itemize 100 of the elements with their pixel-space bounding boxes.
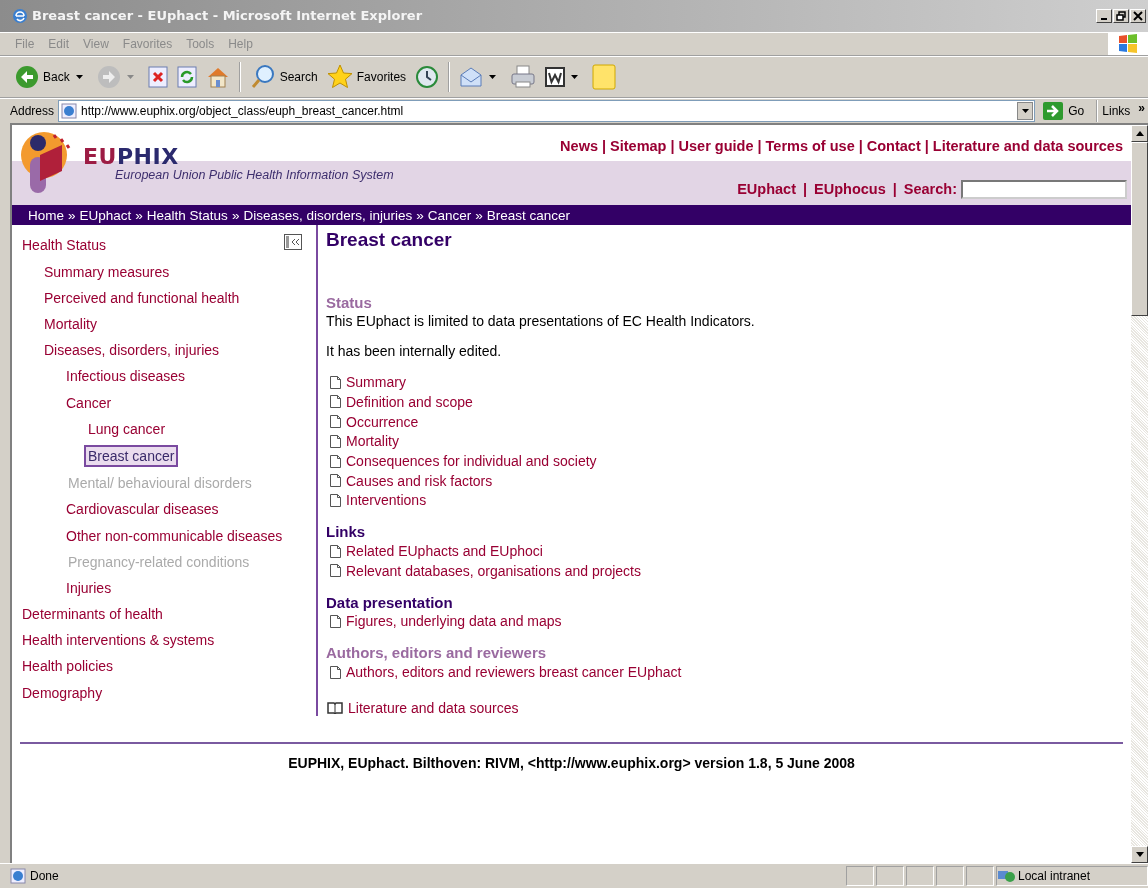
top-link[interactable]: Sitemap bbox=[610, 138, 667, 155]
top-link[interactable]: Contact bbox=[866, 138, 921, 155]
down-arrow-icon[interactable] bbox=[1135, 852, 1144, 858]
search-field[interactable] bbox=[961, 179, 1127, 199]
status-text: This EUphact is limited to data presentations of EC Health Indicators. bbox=[326, 312, 756, 331]
caret-icon bbox=[571, 74, 579, 79]
nav-link[interactable]: Other non-communicable diseases bbox=[63, 525, 286, 546]
restore-icon bbox=[1116, 10, 1126, 21]
page-link[interactable]: Relevant databases, organisations and projects bbox=[346, 562, 641, 579]
search-icon bbox=[249, 63, 276, 90]
document-icon bbox=[330, 544, 341, 558]
nav-link[interactable]: Injuries bbox=[63, 577, 115, 598]
document-icon bbox=[330, 454, 341, 468]
section-link[interactable]: EUphact bbox=[737, 181, 796, 198]
search-button[interactable]: Search bbox=[246, 61, 321, 92]
document-icon bbox=[330, 564, 341, 578]
printer-icon bbox=[510, 64, 537, 89]
section-link[interactable]: EUphocus bbox=[814, 181, 886, 198]
document-icon bbox=[330, 665, 341, 679]
minimize-icon bbox=[1101, 17, 1107, 20]
back-button[interactable]: Back bbox=[12, 62, 91, 91]
section-heading: Status bbox=[326, 293, 373, 313]
page-link[interactable]: Summary bbox=[346, 374, 406, 391]
top-link[interactable]: User guide bbox=[678, 138, 754, 155]
page-link[interactable]: Literature and data sources bbox=[348, 700, 519, 716]
zone-indicator: Local intranet bbox=[996, 866, 1148, 887]
nav-link[interactable]: Summary measures bbox=[41, 261, 173, 282]
minimize-button[interactable] bbox=[1096, 8, 1112, 23]
page-link[interactable]: Definition and scope bbox=[346, 393, 473, 410]
nav-link[interactable]: Health Status bbox=[19, 235, 110, 256]
document-icon bbox=[330, 395, 341, 409]
close-button[interactable] bbox=[1130, 8, 1146, 23]
nav-link[interactable]: Diseases, disorders, injuries bbox=[41, 340, 223, 361]
favorites-button[interactable]: Favorites bbox=[323, 61, 410, 92]
caret-icon bbox=[489, 74, 497, 79]
restore-button[interactable] bbox=[1113, 8, 1129, 23]
separator: | bbox=[670, 138, 675, 155]
page-link[interactable]: Mortality bbox=[346, 433, 399, 450]
breadcrumb-link[interactable]: Cancer bbox=[427, 207, 472, 223]
scroll-bar[interactable] bbox=[1131, 125, 1148, 864]
page-link[interactable]: Figures, underlying data and maps bbox=[346, 613, 562, 630]
breadcrumb-link[interactable]: Health Status bbox=[146, 207, 228, 223]
caret-icon bbox=[126, 74, 134, 79]
top-link[interactable]: Terms of use bbox=[765, 138, 855, 155]
document-icon bbox=[330, 474, 341, 488]
breadcrumb-link[interactable]: Diseases, disorders, injuries bbox=[243, 207, 413, 223]
dropdown-arrow-icon[interactable] bbox=[1021, 109, 1029, 113]
nav-link[interactable]: Lung cancer bbox=[85, 418, 169, 439]
section-heading: Links bbox=[326, 522, 367, 542]
top-link[interactable]: Literature and data sources bbox=[932, 138, 1123, 155]
page-e-icon bbox=[61, 103, 78, 119]
status-text: It has been internally edited. bbox=[326, 342, 503, 361]
go-button[interactable]: Go bbox=[1039, 102, 1093, 120]
breadcrumb-separator: » bbox=[416, 207, 424, 223]
nav-link[interactable]: Demography bbox=[19, 682, 106, 703]
page-link[interactable]: Interventions bbox=[346, 492, 427, 509]
book-icon bbox=[327, 702, 343, 714]
network-globe-icon bbox=[997, 868, 1015, 885]
page-link[interactable]: Occurrence bbox=[346, 413, 419, 430]
chevron-more[interactable]: » bbox=[1134, 101, 1148, 121]
up-arrow-icon[interactable] bbox=[1135, 131, 1144, 137]
separator: | bbox=[757, 138, 762, 155]
address-label: Address bbox=[10, 104, 55, 118]
separator: | bbox=[858, 138, 863, 155]
page-link[interactable]: Consequences for individual and society bbox=[346, 453, 597, 470]
window-title: Breast cancer - EUphact - Microsoft Internet Explorer bbox=[32, 8, 423, 24]
collapse-panel-icon[interactable] bbox=[284, 234, 302, 251]
page-link[interactable]: Related EUphacts and EUphoci bbox=[346, 543, 543, 560]
breadcrumb-link[interactable]: Home bbox=[28, 207, 64, 223]
page-link[interactable]: Authors, editors and reviewers breast cancer EUphact bbox=[346, 664, 682, 681]
nav-link[interactable]: Perceived and functional health bbox=[41, 287, 243, 308]
close-icon bbox=[1133, 10, 1143, 21]
breadcrumb-link[interactable]: Breast cancer bbox=[486, 207, 571, 223]
links-label[interactable]: Links bbox=[1102, 104, 1131, 118]
nav-link[interactable]: Health interventions & systems bbox=[19, 630, 218, 651]
document-w-icon bbox=[545, 66, 566, 87]
page-e-icon bbox=[10, 868, 26, 885]
separator: | bbox=[802, 181, 808, 198]
nav-link[interactable]: Mortality bbox=[41, 314, 100, 334]
nav-link[interactable]: Cardiovascular diseases bbox=[63, 499, 222, 520]
top-link[interactable]: News bbox=[560, 138, 598, 155]
scroll-thumb[interactable] bbox=[1131, 142, 1148, 317]
status-pane bbox=[936, 866, 964, 887]
nav-link[interactable]: Breast cancer bbox=[84, 444, 179, 467]
search-label: Search: bbox=[903, 181, 957, 198]
status-pane bbox=[846, 866, 874, 887]
history-clock-icon bbox=[415, 64, 440, 89]
nav-link[interactable]: Health policies bbox=[19, 656, 117, 677]
page-link[interactable]: Causes and risk factors bbox=[346, 472, 493, 489]
stop-icon bbox=[147, 65, 168, 88]
nav-link[interactable]: Infectious diseases bbox=[63, 366, 189, 387]
document-icon bbox=[330, 415, 341, 429]
browser-e-icon bbox=[12, 7, 28, 24]
status-pane bbox=[966, 866, 994, 887]
nav-link[interactable]: Determinants of health bbox=[19, 604, 166, 625]
breadcrumb-link[interactable]: EUphact bbox=[79, 207, 132, 223]
address-field[interactable]: http://www.euphix.org/object_class/euph_breast_cancer.html bbox=[58, 100, 1036, 122]
nav-link[interactable]: Cancer bbox=[63, 392, 115, 413]
section-heading: Data presentation bbox=[326, 592, 454, 612]
separator: | bbox=[602, 138, 607, 155]
